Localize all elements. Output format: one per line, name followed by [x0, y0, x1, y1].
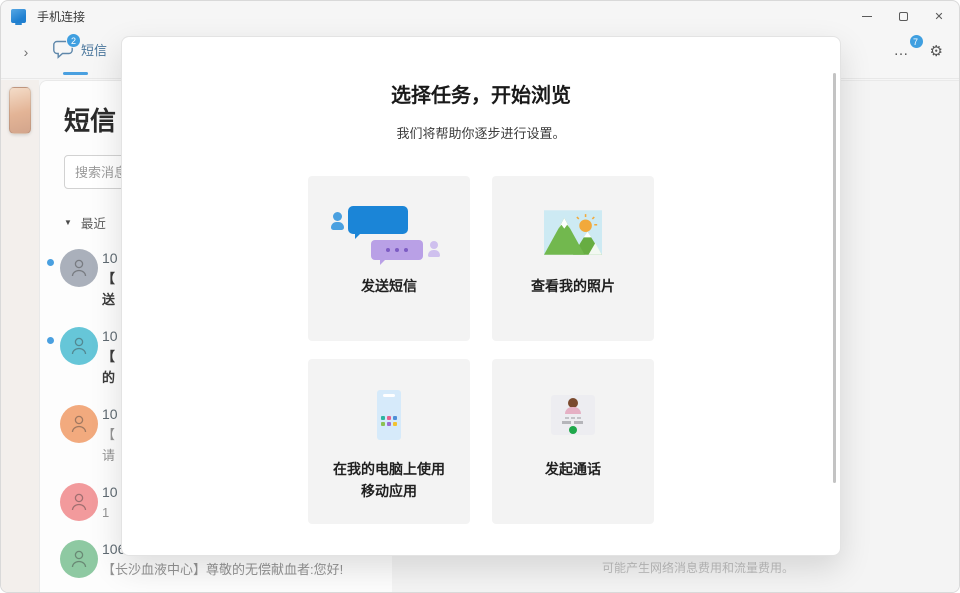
app-tiles	[381, 416, 397, 426]
conversation-number: 10	[102, 482, 118, 502]
photo-icon	[544, 210, 602, 255]
person-icon	[69, 491, 89, 513]
task-card-send-messages[interactable]: 发送短信	[308, 176, 470, 341]
tab-messages[interactable]: 2 短信	[53, 40, 107, 59]
conversation-avatar	[60, 327, 98, 365]
fees-disclaimer: 可能产生网络消息费用和流量费用。	[602, 559, 794, 576]
conversation-number: 10	[102, 404, 118, 424]
minimize-icon	[862, 16, 872, 17]
phone-apps-icon	[377, 390, 401, 440]
ellipsis-icon: …	[894, 42, 910, 59]
contact-call-icon	[551, 395, 595, 435]
notifications-badge: 7	[909, 34, 924, 49]
maximize-button[interactable]	[885, 1, 921, 31]
maximize-icon	[899, 12, 908, 21]
task-card-label: 发起通话	[545, 459, 601, 481]
active-tab-underline	[63, 72, 88, 75]
dialog-title: 选择任务，开始浏览	[122, 79, 840, 108]
conversation-number: 10	[102, 248, 118, 268]
device-rail	[1, 80, 39, 592]
messages-unread-badge: 2	[66, 33, 81, 48]
tab-messages-label: 短信	[81, 40, 107, 59]
person-icon	[69, 413, 89, 435]
conversation-avatar	[60, 483, 98, 521]
conversation-preview: 【长沙血液中心】尊敬的无偿献血者:您好!	[102, 559, 378, 580]
more-button[interactable]: … 7	[894, 46, 910, 56]
task-card-label: 查看我的照片	[531, 276, 615, 298]
collapse-triangle-icon: ▼	[64, 218, 72, 227]
phone-link-window: 手机连接 ✕ › 2 短信 … 7 ⚙	[0, 0, 960, 593]
task-card-label: 发送短信	[361, 276, 417, 298]
task-card-label: 在我的电脑上使用 移动应用	[333, 459, 445, 502]
chat-bubbles-icon	[331, 203, 447, 261]
task-card-grid: 发送短信	[308, 176, 654, 524]
unread-dot	[47, 337, 54, 344]
person-icon	[69, 335, 89, 357]
phone-link-app-icon	[11, 9, 26, 23]
task-card-view-photos[interactable]: 查看我的照片	[492, 176, 654, 341]
person-icon	[69, 257, 89, 279]
task-card-mobile-apps[interactable]: 在我的电脑上使用 移动应用	[308, 359, 470, 524]
dialog-subtitle: 我们将帮助你逐步进行设置。	[122, 123, 840, 142]
onboarding-dialog: 选择任务，开始浏览 我们将帮助你逐步进行设置。 发送短信	[121, 36, 841, 556]
expand-sidebar-chevron-icon[interactable]: ›	[17, 44, 35, 60]
person-icon	[69, 548, 89, 570]
conversation-avatar	[60, 540, 98, 578]
close-button[interactable]: ✕	[921, 1, 957, 31]
phone-screen-thumbnail[interactable]	[9, 87, 31, 134]
window-title: 手机连接	[37, 8, 85, 25]
settings-button[interactable]: ⚙	[930, 42, 943, 60]
conversation-avatar	[60, 249, 98, 287]
unread-dot	[47, 259, 54, 266]
conversation-number: 10	[102, 326, 118, 346]
task-card-make-calls[interactable]: 发起通话	[492, 359, 654, 524]
section-recent-label: 最近	[81, 213, 106, 232]
title-bar: 手机连接 ✕	[1, 1, 959, 31]
conversation-avatar	[60, 405, 98, 443]
dialog-scrollbar[interactable]	[833, 73, 836, 483]
minimize-button[interactable]	[849, 1, 885, 31]
